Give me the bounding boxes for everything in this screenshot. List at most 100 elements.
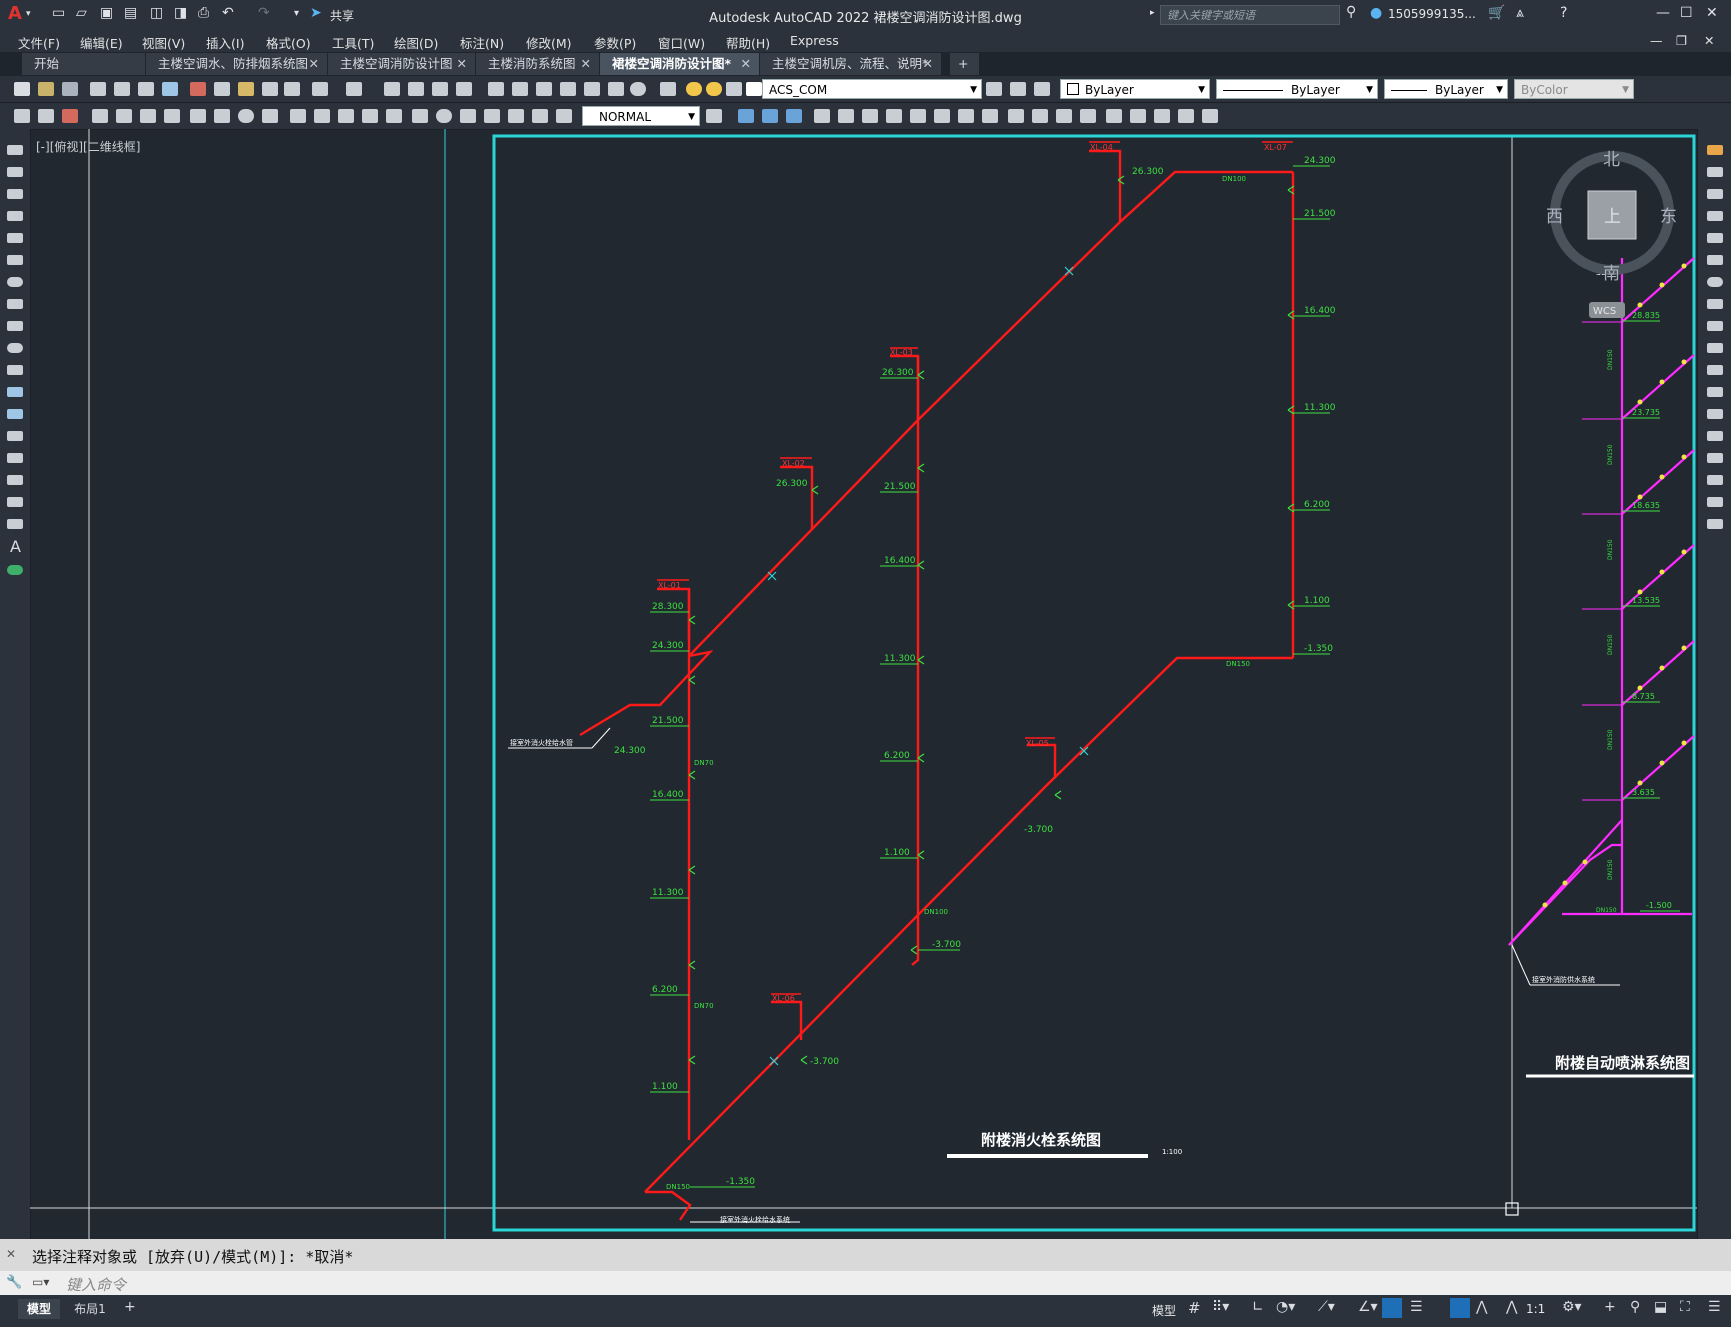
draworder-above-icon[interactable] xyxy=(786,109,802,123)
dwf-attach-icon[interactable] xyxy=(1202,109,1218,123)
lineweight-dropdown[interactable]: ByLayer ▼ xyxy=(1384,79,1508,99)
isodraft-icon[interactable]: ⟋▾ xyxy=(1318,1299,1335,1315)
dim-continue-icon[interactable] xyxy=(338,109,354,123)
tolerance-icon[interactable] xyxy=(412,109,428,123)
pan-icon[interactable] xyxy=(384,82,400,96)
dim-break-icon[interactable] xyxy=(386,109,402,123)
arc-icon[interactable] xyxy=(7,255,23,265)
block-icon[interactable] xyxy=(38,109,54,123)
menu-file[interactable]: 文件(F) xyxy=(18,33,60,52)
make-current-icon[interactable] xyxy=(986,82,1002,96)
close-tab-icon[interactable]: ✕ xyxy=(581,53,591,75)
command-input[interactable]: 键入命令 xyxy=(66,1274,126,1295)
tab-main-fire-system[interactable]: 主楼消防系统图 ✕ xyxy=(476,53,600,75)
break-point-icon[interactable] xyxy=(1707,387,1723,397)
redo-icon[interactable] xyxy=(346,82,362,96)
preview-icon[interactable] xyxy=(114,82,130,96)
close-tab-icon[interactable]: ✕ xyxy=(457,53,467,75)
draworder-back-icon[interactable] xyxy=(762,109,778,123)
layer-previous-icon[interactable] xyxy=(1010,82,1026,96)
menu-dimension[interactable]: 标注(N) xyxy=(460,33,504,52)
layer-dropdown[interactable]: ACS_COM ▼ xyxy=(762,79,982,99)
search-icon[interactable]: ⚲ xyxy=(1346,4,1356,24)
snap-icon[interactable]: ⠿▾ xyxy=(1212,1299,1229,1315)
menu-draw[interactable]: 绘图(D) xyxy=(394,33,438,52)
doc-minimize-icon[interactable]: — xyxy=(1650,33,1663,48)
add-layout-icon[interactable]: + xyxy=(124,1299,136,1315)
plotstyle-dropdown[interactable]: ByColor ▼ xyxy=(1514,79,1634,99)
modify-fillet-icon[interactable] xyxy=(1008,109,1024,123)
sheet-set-icon[interactable] xyxy=(560,82,576,96)
minimize-icon[interactable]: — xyxy=(1656,5,1670,25)
menu-modify[interactable]: 修改(M) xyxy=(526,33,572,52)
dim-update-icon[interactable] xyxy=(556,109,572,123)
menu-format[interactable]: 格式(O) xyxy=(266,33,311,52)
markup-icon[interactable] xyxy=(584,82,600,96)
dim-diameter-icon[interactable] xyxy=(238,109,254,123)
tab-podium-hvac-fire[interactable]: 裙楼空调消防设计图* ✕ xyxy=(600,53,760,75)
annotation-scale-icon[interactable]: ⋀ xyxy=(1506,1299,1517,1315)
break-icon[interactable] xyxy=(1707,409,1723,419)
polyline-icon[interactable] xyxy=(7,189,23,199)
annotation-icon[interactable] xyxy=(14,109,30,123)
copy-icon[interactable] xyxy=(214,82,230,96)
rotate-icon[interactable] xyxy=(1707,277,1723,287)
region-icon[interactable] xyxy=(7,497,23,507)
dim-ordinate-icon[interactable] xyxy=(164,109,180,123)
paste-icon[interactable] xyxy=(238,82,254,96)
offset-icon[interactable] xyxy=(1707,211,1723,221)
search-input[interactable]: 键入关键字或短语 xyxy=(1160,5,1340,25)
modify-extend-icon[interactable] xyxy=(982,109,998,123)
array-icon[interactable] xyxy=(1707,233,1723,243)
revcloud-icon[interactable] xyxy=(7,299,23,309)
modify-offset-icon[interactable] xyxy=(1080,109,1096,123)
modify-chamfer-icon[interactable] xyxy=(1032,109,1048,123)
layout-tab-model[interactable]: 模型 xyxy=(18,1299,60,1319)
move-icon[interactable] xyxy=(1707,255,1723,265)
grid-icon[interactable]: # xyxy=(1188,1299,1201,1317)
recent-commands-icon[interactable]: ▭▾ xyxy=(32,1275,49,1289)
viewcube-north-label[interactable]: 北 xyxy=(1603,150,1620,170)
viewcube[interactable]: 上 北 南 西 东 WCS xyxy=(1546,150,1677,318)
cart-icon[interactable]: 🛒 xyxy=(1488,5,1505,25)
modify-copy-icon[interactable] xyxy=(838,109,854,123)
menu-tools[interactable]: 工具(T) xyxy=(332,33,374,52)
dim-baseline-icon[interactable] xyxy=(314,109,330,123)
modify-stretch-icon[interactable] xyxy=(862,109,878,123)
close-tab-icon[interactable]: ✕ xyxy=(741,53,751,75)
wcs-label[interactable]: WCS xyxy=(1593,306,1616,317)
gradient-icon[interactable] xyxy=(7,475,23,485)
close-icon[interactable]: ✕ xyxy=(1706,5,1718,25)
polar-icon[interactable]: ◔▾ xyxy=(1276,1299,1295,1315)
help-icon[interactable] xyxy=(630,82,646,96)
design-center-icon[interactable] xyxy=(512,82,528,96)
dim-aligned-icon[interactable] xyxy=(116,109,132,123)
layer-color-swatch-icon[interactable] xyxy=(746,82,762,96)
layer-on-icon[interactable] xyxy=(686,82,702,96)
linetype-dropdown[interactable]: ByLayer ▼ xyxy=(1216,79,1378,99)
color-dropdown[interactable]: ByLayer ▼ xyxy=(1060,79,1210,99)
viewcube-east-label[interactable]: 东 xyxy=(1660,207,1677,227)
tab-main-hvac-fire[interactable]: 主楼空调消防设计图 ✕ xyxy=(328,53,476,75)
close-command-icon[interactable]: ✕ xyxy=(6,1247,16,1261)
open-icon[interactable] xyxy=(38,82,54,96)
menu-edit[interactable]: 编辑(E) xyxy=(80,33,123,52)
match-prop-icon[interactable] xyxy=(262,82,278,96)
dim-radius-icon[interactable] xyxy=(190,109,206,123)
modify-array-icon[interactable] xyxy=(1056,109,1072,123)
zoom-window-icon[interactable] xyxy=(432,82,448,96)
scale-icon[interactable] xyxy=(1707,299,1723,309)
tab-start[interactable]: 开始 xyxy=(22,53,146,75)
dim-jogged-icon[interactable] xyxy=(214,109,230,123)
center-mark-icon[interactable] xyxy=(436,109,452,123)
trim-icon[interactable] xyxy=(1707,343,1723,353)
object-snap-icon[interactable] xyxy=(1382,1298,1402,1318)
layout-tab-layout1[interactable]: 布局1 xyxy=(66,1299,114,1319)
3d-print-icon[interactable] xyxy=(162,82,178,96)
doc-restore-icon[interactable]: ❐ xyxy=(1676,33,1687,48)
layer-properties-icon[interactable] xyxy=(660,82,676,96)
wblock-icon[interactable] xyxy=(1130,109,1146,123)
add-selected-icon[interactable] xyxy=(7,565,23,575)
tab-main-plant-room[interactable]: 主楼空调机房、流程、说明* ✕ xyxy=(760,53,942,75)
viewcube-west-label[interactable]: 西 xyxy=(1546,207,1563,227)
